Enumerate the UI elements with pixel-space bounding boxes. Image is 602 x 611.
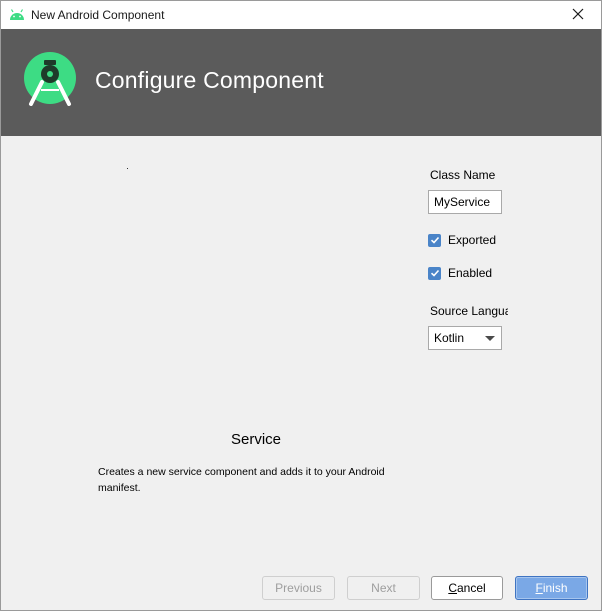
title-bar: New Android Component xyxy=(1,1,601,29)
enabled-label: Enabled xyxy=(448,266,493,280)
source-language-label: Source Langua xyxy=(430,304,508,318)
checkmark-icon xyxy=(428,266,441,280)
cancel-mnemonic: C xyxy=(448,581,457,595)
close-button[interactable] xyxy=(561,3,595,27)
source-language-select[interactable]: Kotlin xyxy=(428,326,502,350)
finish-mnemonic: F xyxy=(535,581,543,595)
source-language-value: Kotlin xyxy=(434,331,465,345)
next-button[interactable]: Next xyxy=(347,576,420,600)
wizard-header: Configure Component xyxy=(1,29,601,136)
component-name: Service xyxy=(230,431,282,448)
finish-label: inish xyxy=(542,581,568,595)
button-bar: Previous Next Cancel Finish xyxy=(1,561,601,610)
window-title: New Android Component xyxy=(31,8,165,22)
checkmark-icon xyxy=(428,233,441,247)
android-studio-logo xyxy=(22,50,78,106)
main-content: Service Creates a new service component … xyxy=(1,136,601,561)
preview-placeholder xyxy=(127,168,128,169)
class-name-label: Class Name xyxy=(430,168,496,182)
cancel-label: ancel xyxy=(456,581,486,595)
finish-button[interactable]: Finish xyxy=(515,576,588,600)
component-description: Creates a new service component and adds… xyxy=(98,466,385,494)
previous-label: Previous xyxy=(275,581,322,595)
chevron-down-icon xyxy=(485,335,495,341)
previous-button[interactable]: Previous xyxy=(262,576,335,600)
android-head-icon xyxy=(9,8,25,22)
exported-checkbox[interactable]: Exported xyxy=(428,233,496,247)
cancel-button[interactable]: Cancel xyxy=(431,576,503,600)
exported-label: Exported xyxy=(448,233,497,247)
dialog-window: New Android Component Configure Componen… xyxy=(0,0,602,611)
close-icon xyxy=(572,8,584,23)
enabled-checkbox[interactable]: Enabled xyxy=(428,266,492,280)
class-name-input[interactable] xyxy=(428,190,502,214)
next-label: Next xyxy=(371,581,396,595)
page-heading: Configure Component xyxy=(95,67,324,93)
